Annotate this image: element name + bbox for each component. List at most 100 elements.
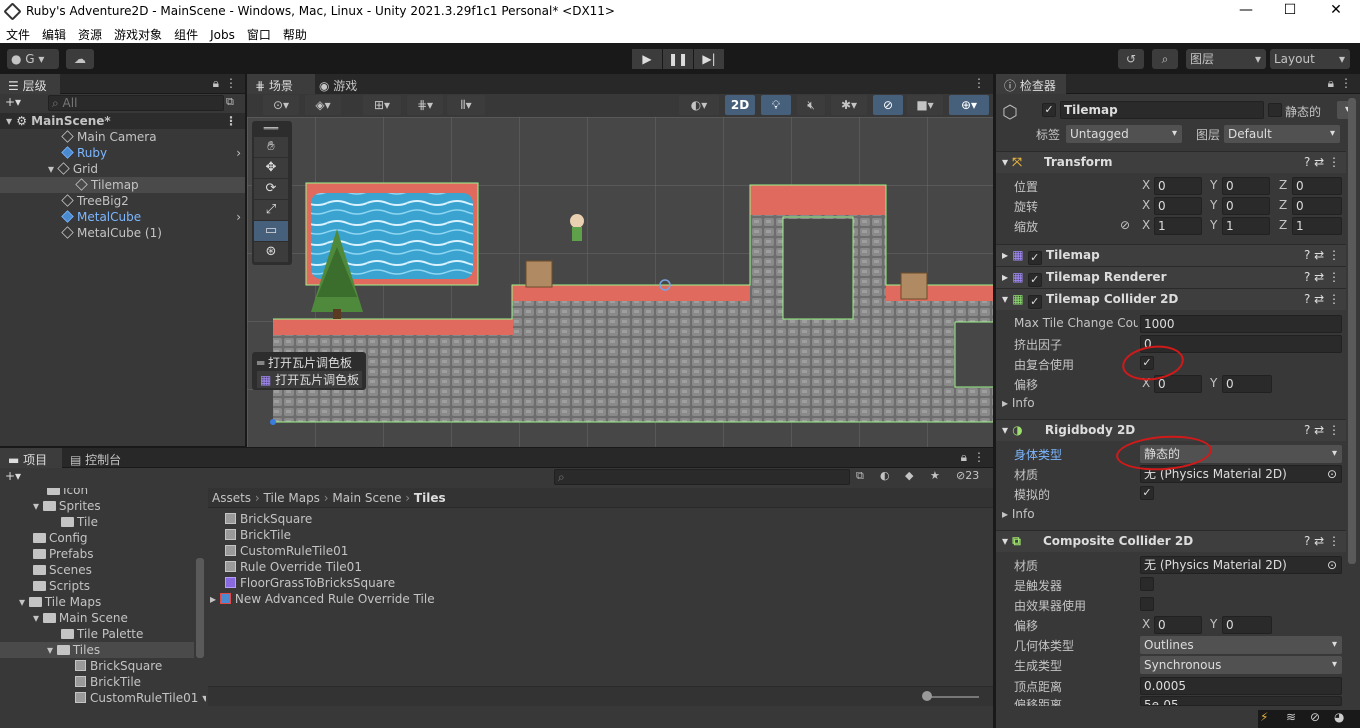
is-trigger-checkbox[interactable]: [1140, 577, 1154, 591]
position-x-field[interactable]: 0: [1154, 177, 1202, 195]
tree-item[interactable]: Scripts: [33, 578, 90, 594]
breadcrumb-tiles[interactable]: Tiles: [414, 491, 446, 505]
menu-gameobject[interactable]: 游戏对象: [108, 24, 168, 43]
tab-inspector[interactable]: ⓘ 检查器: [996, 74, 1066, 94]
account-dropdown[interactable]: ● G ▾: [7, 49, 59, 69]
open-tile-palette-button[interactable]: ▦ 打开瓦片调色板: [257, 371, 363, 388]
tilemap-header[interactable]: ▸ ▦ ✓ Tilemap? ⇄ ⋮: [996, 244, 1346, 266]
increment-snap-icon[interactable]: ⦀▾: [447, 95, 485, 115]
tab-game[interactable]: ◉ 游戏: [319, 77, 357, 94]
file-item[interactable]: BrickTile: [225, 527, 291, 543]
hand-tool-icon[interactable]: ✋︎: [254, 137, 288, 157]
audio-icon[interactable]: 🔇︎: [797, 95, 825, 115]
constrain-link-icon[interactable]: ⊘: [1120, 218, 1130, 232]
rb-info-foldout[interactable]: ▸ Info: [1002, 507, 1035, 521]
tag-dropdown[interactable]: Untagged: [1066, 125, 1182, 143]
hierarchy-search-input[interactable]: ⌕ All: [48, 95, 224, 111]
cc-offset-x-field[interactable]: 0: [1154, 616, 1202, 634]
tree-item[interactable]: Scenes: [33, 562, 92, 578]
kebab-menu-icon[interactable]: ⋮: [973, 450, 985, 464]
breadcrumb-assets[interactable]: Assets: [212, 491, 251, 505]
tree-item[interactable]: ▾ Main Scene: [33, 610, 128, 626]
label-filter-icon[interactable]: ◆: [905, 469, 913, 482]
inspector-scrollbar[interactable]: [1348, 98, 1356, 564]
menu-file[interactable]: 文件: [0, 24, 36, 43]
tab-scene[interactable]: ⋕ 场景: [247, 74, 315, 94]
file-item[interactable]: FloorGrassToBricksSquare: [225, 575, 395, 591]
add-icon[interactable]: +▾: [5, 469, 21, 483]
tree-item[interactable]: Prefabs: [33, 546, 94, 562]
search-icon[interactable]: ⌕: [1152, 49, 1178, 69]
file-item[interactable]: CustomRuleTile01: [225, 543, 348, 559]
list-item[interactable]: ▾ Grid: [0, 161, 245, 177]
list-item[interactable]: Main Camera: [0, 129, 245, 145]
max-tile-change-field[interactable]: 1000: [1140, 315, 1342, 333]
tilemap-renderer-header[interactable]: ▸ ▦ ✓ Tilemap Renderer? ⇄ ⋮: [996, 266, 1346, 288]
scene-view[interactable]: [247, 117, 993, 447]
effects-icon[interactable]: ✱▾: [831, 95, 867, 115]
rotation-z-field[interactable]: 0: [1292, 197, 1342, 215]
position-z-field[interactable]: 0: [1292, 177, 1342, 195]
shading-icon[interactable]: ◈▾: [305, 95, 341, 115]
gizmos-icon[interactable]: ⊕▾: [949, 95, 989, 115]
transform-header[interactable]: ▾ ⤧ Transform? ⇄ ⋮: [996, 151, 1346, 173]
search-type-icon[interactable]: ⧉: [856, 469, 864, 483]
cc-material-field[interactable]: 无 (Physics Material 2D) ⊙: [1140, 556, 1342, 574]
tab-project[interactable]: ▬ 项目: [0, 448, 62, 468]
tilemap-collider-header[interactable]: ▾ ▦ ✓ Tilemap Collider 2D? ⇄ ⋮: [996, 288, 1346, 310]
kebab-menu-icon[interactable]: ⋮: [1340, 76, 1352, 90]
static-checkbox[interactable]: [1268, 103, 1282, 117]
active-checkbox[interactable]: ✓: [1042, 103, 1056, 117]
list-item[interactable]: MetalCube ›: [0, 209, 245, 225]
vertex-distance-field[interactable]: 0.0005: [1140, 677, 1342, 695]
layout-dropdown[interactable]: Layout ▾: [1270, 49, 1350, 69]
scene-root-item[interactable]: ▾ ⚙ MainScene* ⋮: [0, 113, 245, 129]
offset-distance-field[interactable]: 5e-05: [1140, 696, 1342, 706]
tree-item[interactable]: Config: [33, 530, 88, 546]
tree-item[interactable]: Tile: [61, 514, 98, 530]
history-icon[interactable]: ↺: [1118, 49, 1144, 69]
object-name-input[interactable]: Tilemap: [1060, 101, 1264, 119]
tree-item[interactable]: Tile Palette: [61, 626, 143, 642]
menu-assets[interactable]: 资源: [72, 24, 108, 43]
tree-item[interactable]: CustomRuleTile01 ▾: [75, 690, 206, 706]
debug-icon[interactable]: ⊘: [1310, 710, 1320, 724]
tree-scrollbar[interactable]: [196, 558, 204, 658]
scale-x-field[interactable]: 1: [1154, 217, 1202, 235]
cache-icon[interactable]: ≋: [1286, 710, 1296, 724]
favorite-icon[interactable]: ★: [930, 469, 940, 482]
tree-item[interactable]: BrickSquare: [75, 658, 162, 674]
filter-icon[interactable]: ⧉: [226, 95, 234, 109]
lock-icon[interactable]: 🔒︎: [213, 76, 219, 91]
tree-item[interactable]: Icon: [47, 488, 88, 498]
menu-jobs[interactable]: Jobs: [204, 26, 241, 42]
kebab-menu-icon[interactable]: ⋮: [973, 76, 985, 90]
close-button[interactable]: ✕: [1326, 2, 1346, 20]
layer-dropdown[interactable]: Default: [1224, 125, 1340, 143]
project-search-input[interactable]: ⌕: [554, 469, 850, 485]
tab-console[interactable]: ▤ 控制台: [70, 451, 121, 468]
scale-z-field[interactable]: 1: [1292, 217, 1342, 235]
drag-handle-icon[interactable]: ═══: [254, 125, 288, 133]
tab-hierarchy[interactable]: ☰ 层级: [0, 74, 60, 94]
used-by-effector-checkbox[interactable]: [1140, 597, 1154, 611]
simulated-checkbox[interactable]: ✓: [1140, 486, 1154, 500]
play-icon[interactable]: ▶: [632, 49, 662, 69]
step-icon[interactable]: ▶|: [694, 49, 724, 69]
slider-knob[interactable]: [922, 691, 932, 701]
file-item[interactable]: ▸ New Advanced Rule Override Tile: [210, 591, 435, 607]
list-item[interactable]: Ruby ›: [0, 145, 245, 161]
hidden-packages-icon[interactable]: ⊘23: [956, 469, 979, 482]
position-y-field[interactable]: 0: [1222, 177, 1270, 195]
filter-type-icon[interactable]: ◐: [880, 469, 890, 482]
rotation-x-field[interactable]: 0: [1154, 197, 1202, 215]
scale-y-field[interactable]: 1: [1222, 217, 1270, 235]
progress-icon[interactable]: ◕: [1334, 710, 1344, 724]
menu-component[interactable]: 组件: [168, 24, 204, 43]
draw-mode-icon[interactable]: ◐▾: [679, 95, 719, 115]
file-item[interactable]: Rule Override Tile01: [225, 559, 362, 575]
menu-window[interactable]: 窗口: [241, 24, 277, 43]
minimize-button[interactable]: —: [1236, 2, 1256, 20]
kebab-menu-icon[interactable]: ⋮: [225, 76, 237, 90]
collider-offset-y-field[interactable]: 0: [1222, 375, 1272, 393]
